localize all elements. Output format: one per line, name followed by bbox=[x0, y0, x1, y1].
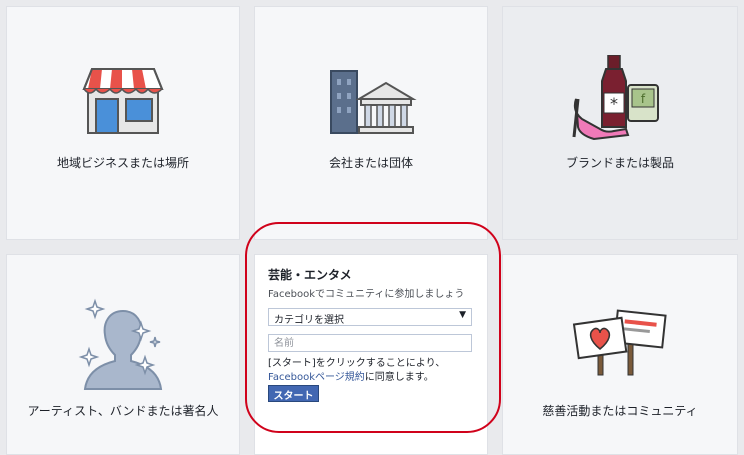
storefront-icon bbox=[82, 65, 164, 139]
terms-prefix: [スタート]をクリックすることにより、 bbox=[268, 358, 446, 369]
tile-label: 会社または団体 bbox=[328, 156, 413, 170]
form-subtitle: Facebookでコミュニティに参加しましょう bbox=[268, 289, 465, 300]
tile-entertainment-form: 芸能・エンタメ Facebookでコミュニティに参加しましょう カテゴリを選択 … bbox=[254, 254, 488, 455]
page-name-input[interactable] bbox=[268, 334, 472, 352]
category-select[interactable]: カテゴリを選択 ▼ bbox=[268, 308, 472, 326]
celebrity-silhouette-icon bbox=[75, 297, 171, 397]
dropdown-arrow-icon: ▼ bbox=[459, 310, 466, 320]
category-select-value: カテゴリを選択 bbox=[274, 315, 344, 326]
tile-cause[interactable]: 慈善活動またはコミュニティ bbox=[502, 254, 738, 455]
terms-suffix: に同意します。 bbox=[364, 372, 434, 383]
tile-label: ブランドまたは製品 bbox=[565, 156, 674, 170]
tile-label: アーティスト、バンドまたは著名人 bbox=[27, 404, 219, 418]
form-title: 芸能・エンタメ bbox=[268, 268, 352, 282]
tile-brand[interactable]: * f ブランドまたは製品 bbox=[502, 6, 738, 240]
tile-artist[interactable]: アーティスト、バンドまたは著名人 bbox=[6, 254, 240, 455]
start-button[interactable]: スタート bbox=[268, 385, 319, 402]
tile-company[interactable]: 会社または団体 bbox=[254, 6, 488, 240]
bank-building-icon bbox=[325, 65, 417, 141]
page-terms-link[interactable]: Facebookページ規約 bbox=[268, 372, 365, 383]
terms-text: [スタート]をクリックすることにより、 Facebookページ規約に同意します。 bbox=[268, 357, 483, 385]
tile-label: 地域ビジネスまたは場所 bbox=[56, 156, 189, 170]
tile-local-business[interactable]: 地域ビジネスまたは場所 bbox=[6, 6, 240, 240]
svg-text:*: * bbox=[610, 94, 618, 113]
community-signs-icon bbox=[572, 307, 668, 381]
brand-products-icon: * f bbox=[570, 54, 670, 145]
tile-label: 慈善活動またはコミュニティ bbox=[542, 404, 698, 418]
